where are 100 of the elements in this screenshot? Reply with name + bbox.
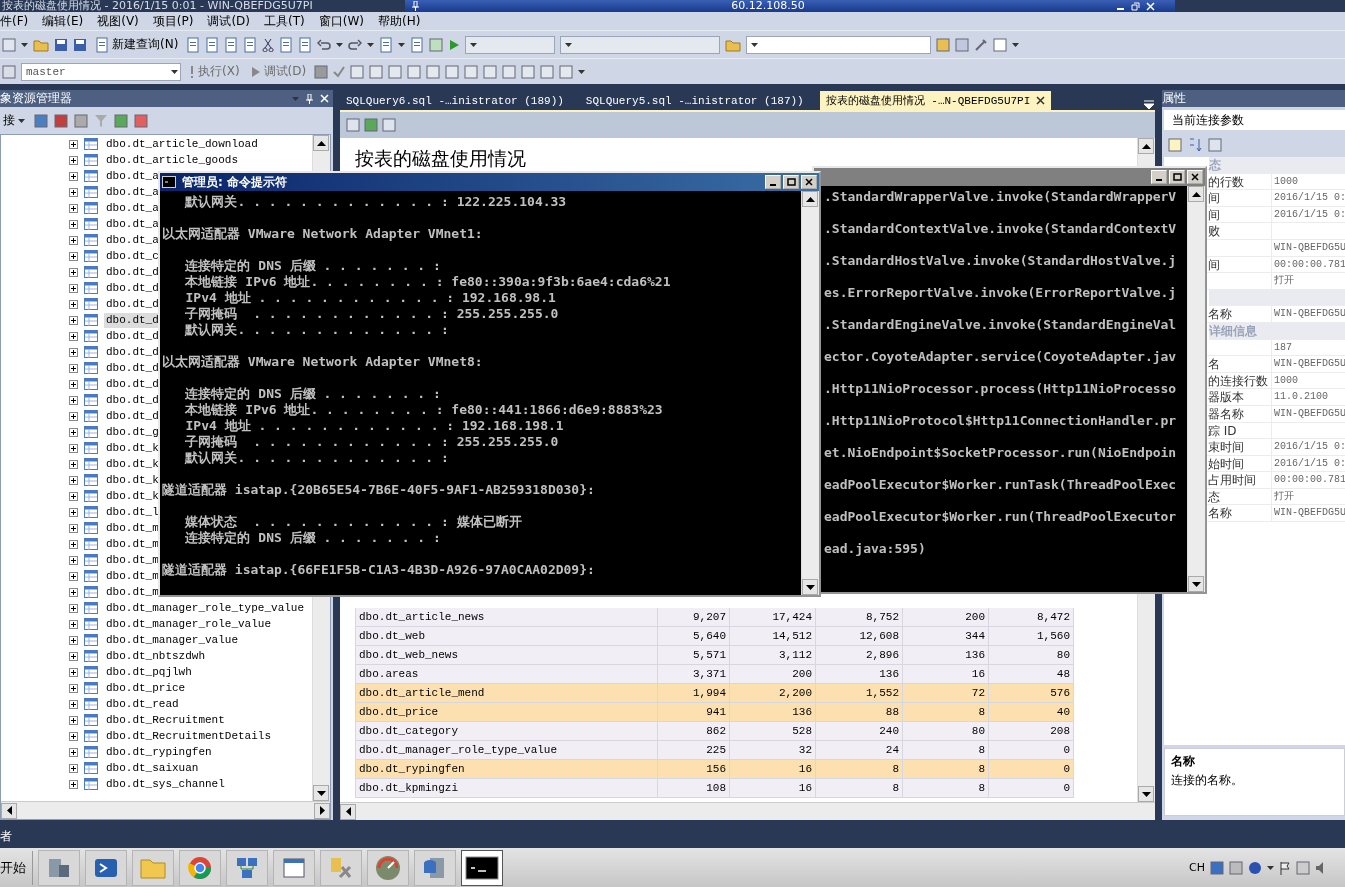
menu-item[interactable]: 调试(D) [207,12,250,30]
expand-icon[interactable] [69,699,78,709]
tree-item[interactable]: dbo.dt_Recruitment [104,712,227,728]
expand-icon[interactable] [69,507,78,517]
tree-item[interactable]: dbo.dt_article_goods [104,152,241,168]
database-combo[interactable]: master [21,62,181,81]
tree-item[interactable]: dbo.dt_c [104,248,161,264]
menu-item[interactable]: 工具(T) [264,12,305,30]
tree-item[interactable]: dbo.dt_m [104,552,161,568]
pin-icon[interactable] [411,1,420,11]
tree-item[interactable]: dbo.dt_pqjlwh [104,664,194,680]
expand-icon[interactable] [69,219,78,229]
expand-icon[interactable] [69,475,78,485]
menu-item[interactable]: 窗口(W) [318,12,364,30]
tree-item[interactable]: dbo.dt_d [104,312,161,328]
scroll-down-icon[interactable] [1191,581,1201,587]
expand-icon[interactable] [69,315,78,325]
tree-item[interactable]: dbo.dt_k [104,488,161,504]
tree-item[interactable]: dbo.dt_a [104,184,161,200]
tree-item[interactable]: dbo.dt_manager_role_value [104,616,274,632]
tree-item[interactable]: dbo.dt_manager_value [104,632,241,648]
expand-icon[interactable] [69,571,78,581]
tree-item[interactable]: dbo.dt_RecruitmentDetails [104,728,274,744]
expand-icon[interactable] [69,235,78,245]
expand-icon[interactable] [69,491,78,501]
start-button[interactable]: 开始 [0,850,33,885]
tree-item[interactable]: dbo.dt_l [104,504,161,520]
connect-button[interactable]: 接 [0,110,28,131]
scroll-right-icon[interactable] [319,806,325,815]
save-icon[interactable] [54,37,68,52]
expand-icon[interactable] [69,411,78,421]
restore-icon[interactable] [1131,1,1140,11]
document-tab[interactable]: SQLQuery6.sql -…inistrator (189)) [340,91,570,110]
tree-item[interactable]: dbo.dt_a [104,216,161,232]
expand-icon[interactable] [69,443,78,453]
scroll-up-icon[interactable] [805,196,815,202]
tree-item[interactable]: dbo.dt_rypingfen [104,744,214,760]
expand-icon[interactable] [69,203,78,213]
expand-icon[interactable] [69,299,78,309]
tree-item[interactable]: dbo.dt_a [104,168,161,184]
execute-button[interactable]: 执行(X) [186,61,243,82]
expand-icon[interactable] [69,715,78,725]
tree-item[interactable]: dbo.dt_d [104,280,161,296]
expand-icon[interactable] [69,619,78,629]
expand-icon[interactable] [69,635,78,645]
expand-icon[interactable] [69,139,78,149]
redo-icon[interactable] [348,38,363,51]
tree-item[interactable]: dbo.dt_saixuan [104,760,201,776]
tree-item[interactable]: dbo.dt_d [104,264,161,280]
expand-icon[interactable] [69,331,78,341]
undo-icon[interactable] [317,38,332,51]
expand-icon[interactable] [69,763,78,773]
tree-item[interactable]: dbo.dt_m [104,568,161,584]
expand-icon[interactable] [69,667,78,677]
expand-icon[interactable] [69,171,78,181]
tree-item[interactable]: dbo.dt_d [104,360,161,376]
pin-icon[interactable] [305,93,314,104]
expand-icon[interactable] [69,379,78,389]
minimize-button[interactable] [1151,170,1167,184]
menu-item[interactable]: 编辑(E) [42,12,84,30]
tree-item[interactable]: dbo.dt_a [104,200,161,216]
object-selector[interactable]: 当前连接参数 [1164,110,1345,130]
close-button[interactable] [1187,170,1203,184]
document-icon[interactable] [205,36,220,53]
tree-item[interactable]: dbo.dt_d [104,344,161,360]
maximize-button[interactable] [1169,170,1185,184]
taskbar-button[interactable] [461,849,503,886]
scroll-down-icon[interactable] [316,790,326,796]
menu-item[interactable]: 视图(V) [97,12,139,30]
tree-item[interactable]: dbo.dt_k [104,456,161,472]
expand-icon[interactable] [69,155,78,165]
expand-icon[interactable] [69,603,78,613]
tree-item[interactable]: dbo.dt_d [104,376,161,392]
scroll-left-icon[interactable] [6,806,12,815]
tree-item[interactable]: dbo.dt_a [104,232,161,248]
document-tab[interactable]: 按表的磁盘使用情况 -…N-QBEFDG5U7PI [819,91,1052,110]
expand-icon[interactable] [69,251,78,261]
tree-item[interactable]: dbo.dt_m [104,536,161,552]
expand-icon[interactable] [69,747,78,757]
expand-icon[interactable] [69,539,78,549]
expand-icon[interactable] [69,459,78,469]
cut-icon[interactable] [262,37,275,52]
expand-icon[interactable] [69,683,78,693]
expand-icon[interactable] [69,779,78,789]
flag-icon[interactable] [1279,860,1291,875]
language-indicator[interactable]: CH [1189,861,1205,874]
sort-az-icon[interactable] [1188,138,1202,152]
close-icon[interactable] [1036,96,1046,105]
menu-item[interactable]: 件(F) [0,12,29,30]
scroll-up-icon[interactable] [1141,143,1151,149]
document-icon[interactable] [186,36,201,53]
expand-icon[interactable] [69,427,78,437]
expand-icon[interactable] [69,283,78,293]
new-query-button[interactable]: 新建查询(N) [92,34,182,55]
expand-icon[interactable] [69,587,78,597]
expand-icon[interactable] [69,555,78,565]
expand-icon[interactable] [69,395,78,405]
tree-item[interactable]: dbo.dt_g [104,424,161,440]
tree-item[interactable]: dbo.dt_manager_role_type_value [104,600,307,616]
tree-item[interactable]: dbo.dt_m [104,584,161,600]
